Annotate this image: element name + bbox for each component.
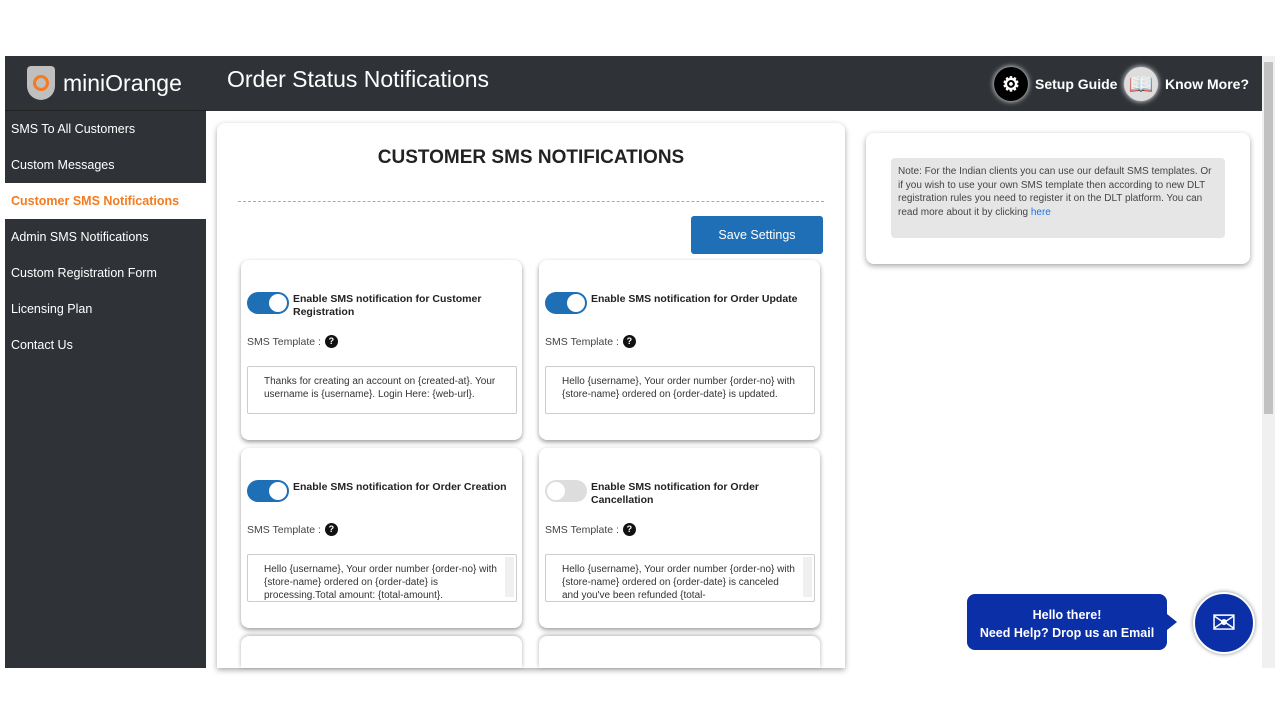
template-textarea[interactable]: Thanks for creating an account on {creat… — [247, 366, 517, 414]
setup-guide-button[interactable]: ⚙ Setup Guide — [994, 67, 1117, 101]
shield-logo-icon — [27, 66, 55, 100]
textarea-scrollbar[interactable] — [505, 557, 514, 597]
template-textarea[interactable]: Hello {username}, Your order number {ord… — [545, 366, 815, 414]
divider — [238, 201, 824, 202]
toggle-label: Enable SMS notification for Order Cancel… — [591, 481, 760, 506]
template-textarea[interactable]: Hello {username}, Your order number {ord… — [247, 554, 517, 602]
toggle-label: Enable SMS notification for Customer Reg… — [293, 293, 482, 318]
scrollbar[interactable] — [1262, 56, 1275, 668]
template-label: SMS Template :? — [545, 335, 636, 348]
notification-card: Enable SMS notification for Order Update… — [539, 260, 820, 440]
notification-card — [241, 636, 522, 668]
know-more-label: Know More? — [1165, 76, 1249, 92]
brand-name: miniOrange — [63, 69, 182, 96]
notification-card: Enable SMS notification for Order Cancel… — [539, 448, 820, 628]
note-panel: Note: For the Indian clients you can use… — [866, 133, 1250, 264]
header: Order Status Notifications ⚙ Setup Guide … — [206, 56, 1262, 111]
save-settings-button[interactable]: Save Settings — [691, 216, 823, 254]
book-icon: 📖 — [1124, 67, 1158, 101]
here-link[interactable]: here — [1031, 207, 1051, 218]
sidebar-item-custom-messages[interactable]: Custom Messages — [5, 147, 206, 183]
toggle-label: Enable SMS notification for Order Update — [591, 293, 798, 305]
app: miniOrange SMS To All Customers Custom M… — [5, 56, 1275, 668]
toggle-order-creation[interactable] — [247, 480, 289, 502]
gear-wrench-icon: ⚙ — [994, 67, 1028, 101]
sidebar-item-registration-form[interactable]: Custom Registration Form — [5, 255, 206, 291]
section-title: CUSTOMER SMS NOTIFICATIONS — [377, 147, 685, 168]
help-icon[interactable]: ? — [324, 523, 338, 536]
dlt-note: Note: For the Indian clients you can use… — [891, 158, 1225, 238]
toggle-order-cancellation[interactable] — [545, 480, 587, 502]
sidebar-item-contact[interactable]: Contact Us — [5, 327, 206, 363]
help-bubble[interactable]: Hello there! Need Help? Drop us an Email — [967, 594, 1177, 650]
sidebar-item-sms-to-all[interactable]: SMS To All Customers — [5, 111, 206, 147]
template-label: SMS Template :? — [247, 523, 338, 536]
help-line2: Need Help? Drop us an Email — [979, 626, 1155, 640]
toggle-customer-registration[interactable] — [247, 292, 289, 314]
notification-card: Enable SMS notification for Customer Reg… — [241, 260, 522, 440]
help-icon[interactable]: ? — [622, 335, 636, 348]
help-icon[interactable]: ? — [324, 335, 338, 348]
notification-card — [539, 636, 820, 668]
setup-guide-label: Setup Guide — [1035, 76, 1118, 92]
sidebar-item-licensing[interactable]: Licensing Plan — [5, 291, 206, 327]
toggle-order-update[interactable] — [545, 292, 587, 314]
help-icon[interactable]: ? — [622, 523, 636, 536]
notification-card: Enable SMS notification for Order Creati… — [241, 448, 522, 628]
logo: miniOrange — [5, 56, 206, 111]
page-title: Order Status Notifications — [227, 66, 490, 92]
know-more-button[interactable]: 📖 Know More? — [1124, 67, 1249, 101]
email-icon[interactable]: ✉ — [1193, 592, 1255, 654]
sidebar: miniOrange SMS To All Customers Custom M… — [5, 56, 206, 668]
template-label: SMS Template :? — [545, 523, 636, 536]
template-textarea[interactable]: Hello {username}, Your order number {ord… — [545, 554, 815, 602]
template-label: SMS Template :? — [247, 335, 338, 348]
sidebar-item-admin-sms[interactable]: Admin SMS Notifications — [5, 219, 206, 255]
sidebar-item-customer-sms[interactable]: Customer SMS Notifications — [5, 183, 206, 219]
help-line1: Hello there! — [1032, 608, 1102, 622]
customer-sms-panel: CUSTOMER SMS NOTIFICATIONS Save Settings… — [217, 123, 845, 668]
toggle-label: Enable SMS notification for Order Creati… — [293, 481, 507, 493]
textarea-scrollbar[interactable] — [803, 557, 812, 597]
